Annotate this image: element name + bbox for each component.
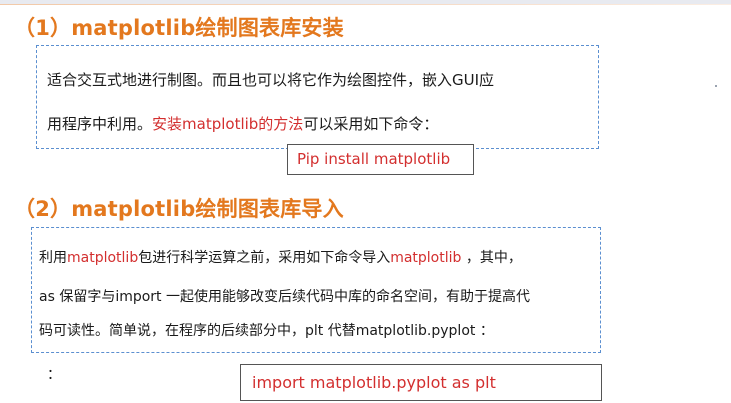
section2-line1-highlight2: matplotlib xyxy=(390,250,462,266)
section2-line1-highlight1: matplotlib xyxy=(67,250,139,266)
section1-line2-highlight: 安装matplotlib的方法 xyxy=(152,115,304,133)
section2-line1-a: 利用 xyxy=(39,250,67,266)
section2-line3: 码可读性。简单说，在程序的后续部分中，plt 代替matplotlib.pypl… xyxy=(39,323,494,339)
section1-line1: 适合交互式地进行制图。而且也可以将它作为绘图控件，嵌入GUI应 xyxy=(47,71,495,89)
slide-dot xyxy=(715,85,717,87)
section1-line2-a: 用程序中利用。 xyxy=(47,115,153,133)
section2-line2: as 保留字与import 一起使用能够改变后续代码中库的命名空间，有助于提高代 xyxy=(39,289,530,305)
section1-title: （1）matplotlib绘制图表库安装 xyxy=(14,16,344,40)
install-command: Pip install matplotlib xyxy=(287,144,474,175)
section2-line4: ： xyxy=(47,367,61,383)
section2-line1-b: 包进行科学运算之前，采用如下命令导入 xyxy=(138,250,391,266)
section2-title: （2）matplotlib绘制图表库导入 xyxy=(14,197,344,221)
section2-line1-c: ，其中， xyxy=(461,250,522,266)
top-rule xyxy=(0,4,731,5)
import-command: import matplotlib.pyplot as plt xyxy=(240,364,602,401)
section1-line2: 用程序中利用。安装matplotlib的方法可以采用如下命令： xyxy=(47,113,438,134)
section1-line2-b: 可以采用如下命令： xyxy=(303,115,439,133)
section2-line1: 利用matplotlib包进行科学运算之前，采用如下命令导入matplotlib… xyxy=(39,247,522,267)
